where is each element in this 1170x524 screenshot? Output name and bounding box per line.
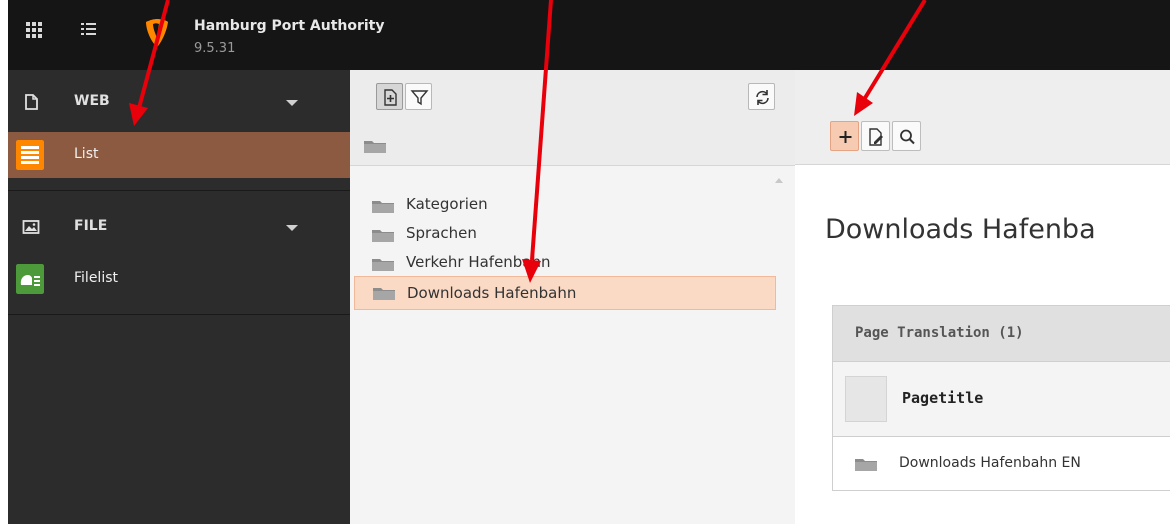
chevron-down-icon[interactable] [286,100,298,106]
divider [8,314,350,315]
divider [8,190,350,191]
module-group-web[interactable]: WEB [8,80,350,124]
select-all-checkbox[interactable] [845,376,887,422]
search-button[interactable] [892,121,921,151]
page-tree-panel: Kategorien Sprachen Verkehr Hafenbahn Do… [350,70,795,524]
module-list[interactable]: List [8,132,350,178]
module-filelist[interactable]: Filelist [8,256,350,302]
module-group-file[interactable]: FILE [8,205,350,249]
module-menu: WEB List FILE Filelist [8,70,350,524]
table-row[interactable]: Downloads Hafenbahn EN [833,437,1170,491]
new-page-button[interactable] [376,83,403,110]
translation-panel: Page Translation (1) Pagetitle Downloads… [832,305,1170,491]
typo3-version: 9.5.31 [194,41,236,56]
refresh-icon [756,90,769,105]
filelist-module-icon [16,264,44,294]
tree-node[interactable]: Verkehr Hafenbahn [370,251,770,275]
folder-icon [372,230,394,242]
tree-node[interactable]: Kategorien [370,193,770,217]
filter-button[interactable] [405,83,432,110]
folder-icon [372,201,394,213]
chevron-down-icon[interactable] [286,225,298,231]
search-icon [900,129,915,145]
apps-grid-icon[interactable] [26,22,42,38]
page-tree: Kategorien Sprachen Verkehr Hafenbahn Do… [350,166,795,524]
new-record-button[interactable] [830,121,859,151]
page-title: Downloads Hafenba [825,214,1096,245]
edit-page-button[interactable] [861,121,890,151]
root-folder-icon[interactable] [364,139,386,153]
typo3-logo-icon[interactable] [144,18,170,48]
tree-node-label: Kategorien [406,195,488,213]
new-page-icon [384,89,397,106]
tree-node-selected[interactable]: Downloads Hafenbahn [354,276,776,310]
module-label: List [74,146,99,162]
scroll-up-icon[interactable] [775,178,783,183]
doc-header [795,70,1170,165]
refresh-button[interactable] [748,83,775,110]
plus-icon [839,131,852,143]
folder-icon [373,288,395,300]
table-header-row: Pagetitle [833,362,1170,437]
content-area: Downloads Hafenba Page Translation (1) P… [795,70,1170,524]
folder-icon [372,259,394,271]
module-group-label: FILE [74,218,108,234]
top-bar: Hamburg Port Authority 9.5.31 [8,0,1170,70]
column-header-pagetitle[interactable]: Pagetitle [902,389,983,407]
page-tree-toolbar [350,70,795,166]
toggle-menu-icon[interactable] [81,22,97,38]
panel-title: Page Translation (1) [855,325,1024,341]
folder-icon[interactable] [855,457,877,471]
row-title[interactable]: Downloads Hafenbahn EN [899,455,1081,471]
tree-node-label: Verkehr Hafenbahn [406,253,551,271]
document-icon [25,94,38,110]
list-module-icon [16,140,44,170]
tree-node[interactable]: Sprachen [370,222,770,246]
filter-icon [410,90,429,106]
tree-node-label: Downloads Hafenbahn [407,284,577,302]
image-icon [22,220,40,234]
edit-page-icon [869,128,883,146]
tree-node-label: Sprachen [406,224,477,242]
panel-header[interactable]: Page Translation (1) [833,306,1170,362]
module-group-label: WEB [74,93,110,109]
site-name[interactable]: Hamburg Port Authority [194,18,385,34]
module-label: Filelist [74,270,118,286]
